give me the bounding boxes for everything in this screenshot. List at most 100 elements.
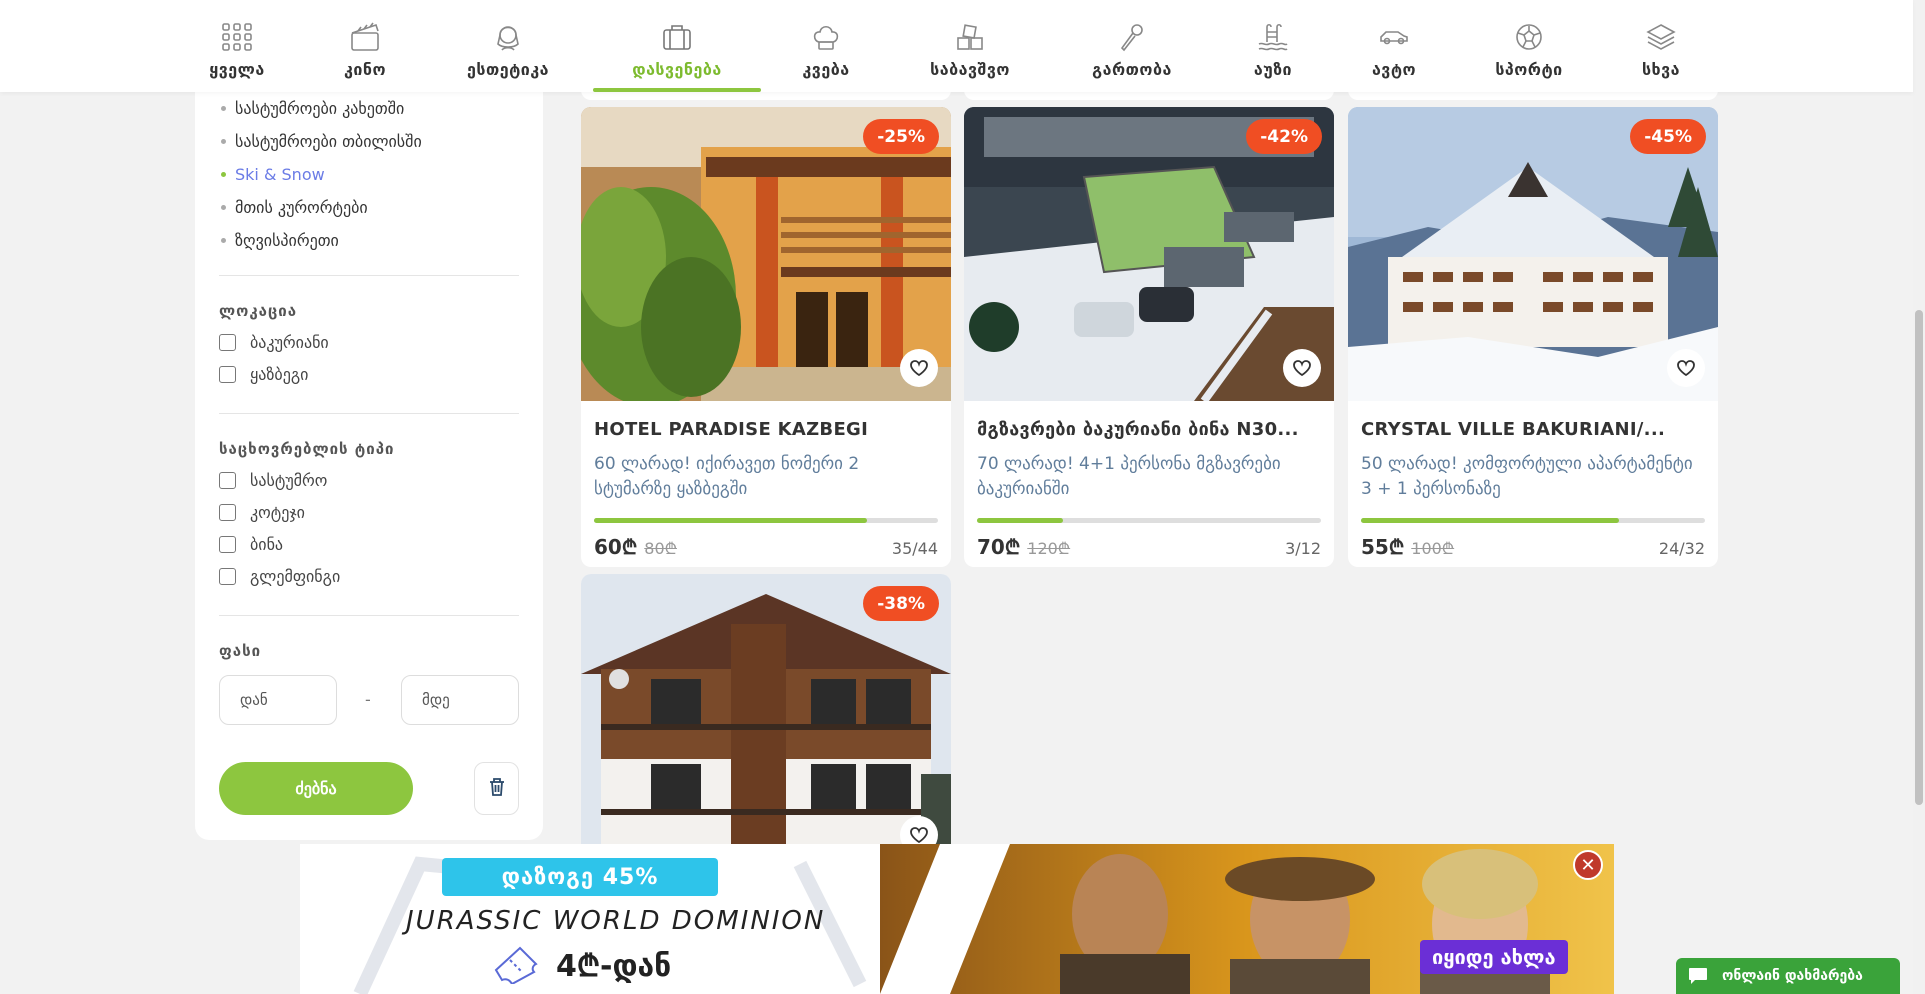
offer-image: -42%	[964, 107, 1334, 401]
checkbox-label: კოტეჯი	[250, 503, 305, 522]
sold-count: 24/32	[1658, 539, 1705, 558]
heart-icon	[1677, 360, 1695, 376]
category-pool[interactable]: აუზი	[1250, 0, 1296, 92]
accommodation-checkbox-glamping[interactable]: გლემფინგი	[219, 567, 340, 586]
sold-progress-fill	[594, 518, 868, 523]
checkbox-label: ბინა	[250, 535, 284, 554]
bullet	[221, 172, 226, 177]
promo-banner[interactable]: დაზოგე 45% JURASSIC WORLD DOMINION 4₾-და…	[300, 844, 1614, 994]
offer-description: 60 ლარად! იქირავეთ ნომერი 2 სტუმარზე ყაზ…	[594, 454, 860, 499]
search-button[interactable]: ძებნა	[219, 762, 413, 815]
sold-progress-bar	[977, 518, 1321, 523]
offer-description: 70 ლარად! 4+1 პერსონა მგზავრები ბაკურიან…	[977, 454, 1281, 499]
price-separator: -	[365, 690, 371, 709]
banner-buy-button[interactable]: იყიდე ახლა	[1420, 940, 1568, 974]
suitcase-icon	[660, 22, 694, 52]
subcategory-tbilisi-hotels[interactable]: სასტუმროები თბილისში	[221, 125, 422, 158]
category-label: სპორტი	[1495, 60, 1563, 79]
divider	[219, 275, 519, 276]
category-entertainment[interactable]: გართობა	[1088, 0, 1176, 92]
offer-title: CRYSTAL VILLE BAKURIANI/...	[1361, 419, 1666, 440]
favorite-button[interactable]	[1667, 349, 1705, 387]
bullet	[221, 205, 226, 210]
category-auto[interactable]: ავტო	[1368, 0, 1420, 92]
online-help-label: ონლაინ დახმარება	[1722, 968, 1863, 984]
offer-title: მგზავრები ბაკურიანი ბინა N30...	[977, 419, 1299, 440]
microphone-icon	[1115, 22, 1149, 52]
ticket-icon	[490, 944, 542, 988]
page-scrollbar[interactable]	[1913, 0, 1925, 994]
checkbox[interactable]	[219, 568, 236, 585]
category-cinema[interactable]: კინო	[338, 0, 392, 92]
sold-progress-fill	[1361, 518, 1619, 523]
toy-blocks-icon	[953, 22, 987, 52]
divider	[219, 615, 519, 616]
online-help-button[interactable]: ონლაინ დახმარება	[1676, 958, 1900, 994]
offer-body: CRYSTAL VILLE BAKURIANI/... 50 ლარად! კო…	[1348, 401, 1718, 567]
favorite-button[interactable]	[900, 349, 938, 387]
category-label: აუზი	[1253, 60, 1293, 79]
layers-icon	[1644, 22, 1678, 52]
sold-progress-fill	[977, 518, 1063, 523]
discount-badge: -38%	[863, 586, 939, 621]
offer-old-price: 100₾	[1411, 539, 1455, 558]
subcategory-mountain-resorts[interactable]: მთის კურორტები	[221, 191, 422, 224]
trash-icon	[488, 777, 506, 801]
checkbox-label: გლემფინგი	[250, 567, 341, 586]
clear-filters-button[interactable]	[474, 762, 519, 815]
offer-card[interactable]: -42% მგზავრები ბაკურიანი ბინა N30... 70 …	[964, 107, 1334, 567]
close-banner-button[interactable]: ✕	[1573, 850, 1603, 880]
offer-price: 55₾	[1361, 535, 1405, 559]
checkbox-label: სასტუმრო	[250, 471, 328, 490]
checkbox[interactable]	[219, 472, 236, 489]
checkbox[interactable]	[219, 504, 236, 521]
location-title: ლოკაცია	[219, 302, 298, 320]
category-food[interactable]: კვება	[799, 0, 853, 92]
scrollbar-thumb[interactable]	[1915, 310, 1923, 805]
subcategory-ski-snow[interactable]: Ski & Snow	[221, 158, 422, 191]
discount-badge: -42%	[1246, 119, 1322, 154]
location-checkbox-kazbegi[interactable]: ყაზბეგი	[219, 365, 308, 384]
subcategory-kakheti-hotels[interactable]: სასტუმროები კახეთში	[221, 92, 422, 125]
chat-bubble-icon	[1688, 967, 1708, 985]
category-aesthetics[interactable]: ესთეტიკა	[460, 0, 556, 92]
category-kids[interactable]: საბავშვო	[925, 0, 1015, 92]
accommodation-checkbox-hotel[interactable]: სასტუმრო	[219, 471, 327, 490]
accommodation-title: საცხოვრებლის ტიპი	[219, 440, 395, 458]
offer-description: 50 ლარად! კომფორტული აპარტამენტი 3 + 1 პ…	[1361, 454, 1693, 499]
checkbox[interactable]	[219, 536, 236, 553]
subcategory-label: Ski & Snow	[235, 165, 325, 184]
favorite-button[interactable]	[1283, 349, 1321, 387]
offer-card[interactable]: -45% CRYSTAL VILLE BAKURIANI/... 50 ლარა…	[1348, 107, 1718, 567]
price-row: 55₾ 100₾ 24/32	[1361, 533, 1705, 560]
filter-sidebar: სასტუმროები კახეთში სასტუმროები თბილისში…	[195, 80, 543, 840]
active-tab-underline	[593, 88, 761, 92]
location-checkbox-bakuriani[interactable]: ბაკურიანი	[219, 333, 329, 352]
checkbox[interactable]	[219, 366, 236, 383]
accommodation-checkbox-cottage[interactable]: კოტეჯი	[219, 503, 305, 522]
category-all[interactable]: ყველა	[207, 0, 267, 92]
offer-image: -38%	[581, 574, 951, 868]
price-to-input[interactable]	[401, 675, 519, 725]
subcategory-seaside[interactable]: ზღვისპირეთი	[221, 224, 422, 257]
offer-body: მგზავრები ბაკურიანი ბინა N30... 70 ლარად…	[964, 401, 1334, 567]
category-label: ესთეტიკა	[466, 60, 550, 79]
pool-ladder-icon	[1256, 22, 1290, 52]
checkbox-label: ყაზბეგი	[250, 365, 309, 384]
category-label: ავტო	[1371, 60, 1417, 79]
banner-discount-pill: დაზოგე 45%	[442, 858, 718, 896]
bullet	[221, 106, 226, 111]
clapperboard-icon	[348, 22, 382, 52]
offer-card[interactable]: -25% HOTEL PARADISE KAZBEGI 60 ლარად! იქ…	[581, 107, 951, 567]
category-other[interactable]: სხვა	[1638, 0, 1684, 92]
subcategory-label: ზღვისპირეთი	[235, 231, 339, 250]
category-sport[interactable]: სპორტი	[1492, 0, 1566, 92]
price-title: ფასი	[219, 642, 262, 660]
accommodation-checkbox-apartment[interactable]: ბინა	[219, 535, 283, 554]
category-label: საბავშვო	[930, 60, 1010, 79]
grid-icon	[220, 22, 254, 52]
price-from-input[interactable]	[219, 675, 337, 725]
category-vacation[interactable]: დასვენება	[593, 0, 761, 92]
subcategory-label: სასტუმროები კახეთში	[235, 99, 405, 118]
checkbox[interactable]	[219, 334, 236, 351]
